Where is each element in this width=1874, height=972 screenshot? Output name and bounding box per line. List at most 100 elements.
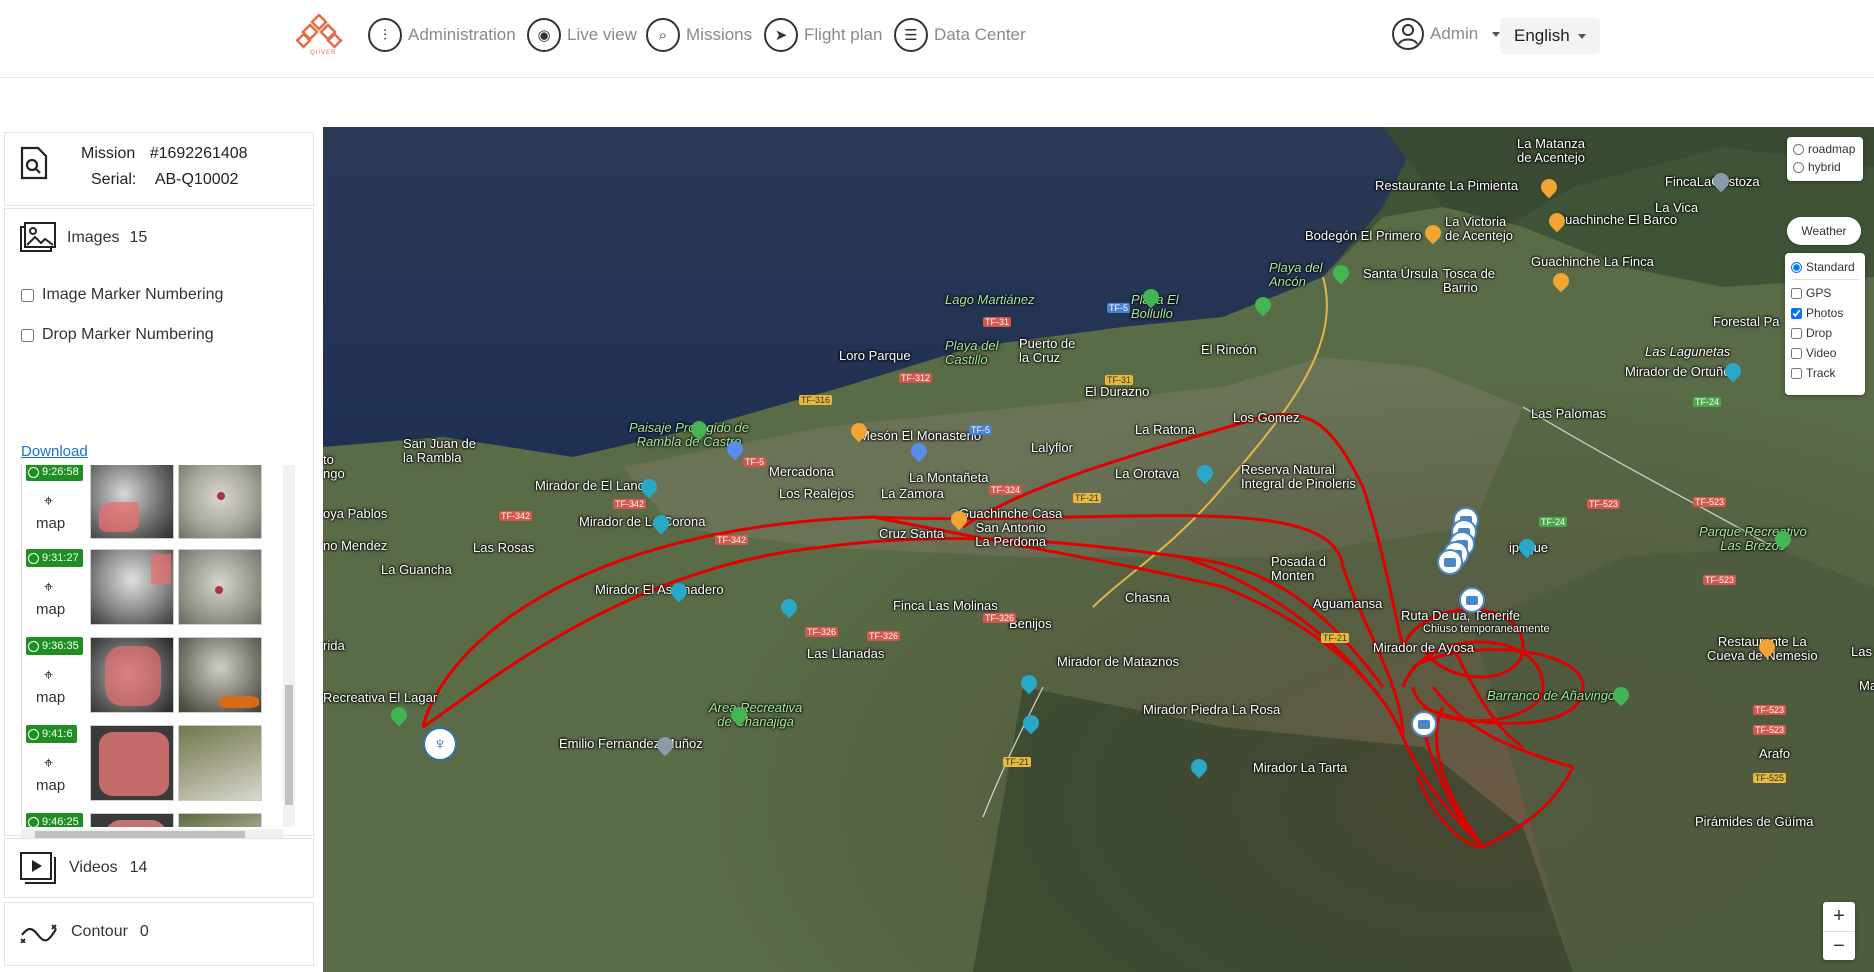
document-search-icon xyxy=(20,146,48,180)
language-select[interactable]: English xyxy=(1500,18,1600,54)
place-label: Guachinche El Barco xyxy=(1555,212,1678,227)
layer-video[interactable]: Video xyxy=(1791,343,1859,363)
contour-card[interactable]: Contour 0 xyxy=(4,902,314,966)
map-link[interactable]: map xyxy=(36,689,65,706)
road-shield: TF-326 xyxy=(805,627,839,637)
map-link[interactable]: map xyxy=(36,515,65,532)
rgb-image-thumbnail[interactable] xyxy=(178,725,262,801)
layer-gps[interactable]: GPS xyxy=(1791,283,1859,303)
nav-missions[interactable]: ⌕ Missions xyxy=(646,18,752,52)
place-label: Santa Úrsula xyxy=(1363,266,1439,281)
locate-on-map-icon[interactable]: ⌖ xyxy=(44,667,53,685)
chevron-down-icon xyxy=(1577,33,1586,39)
place-label: Guachinche Casa San Antonio La Perdoma xyxy=(959,506,1063,549)
road-shield: TF-31 xyxy=(1105,375,1134,385)
photo-marker-camera-icon[interactable] xyxy=(1437,549,1463,575)
place-label: Loro Parque xyxy=(839,348,911,363)
layer-drop[interactable]: Drop xyxy=(1791,323,1859,343)
place-label: Los Realejos xyxy=(779,486,855,501)
nav-flight-plan[interactable]: ➤ Flight plan xyxy=(764,18,882,52)
roadmap-radio[interactable] xyxy=(1793,143,1804,155)
track-checkbox[interactable] xyxy=(1791,367,1802,379)
images-icon xyxy=(20,222,56,252)
nav-data-center[interactable]: ☰ Data Center xyxy=(894,18,1026,52)
video-checkbox[interactable] xyxy=(1791,347,1802,359)
vertical-scrollbar[interactable] xyxy=(283,465,295,827)
video-play-icon xyxy=(20,852,56,884)
scrollbar-thumb[interactable] xyxy=(285,685,293,805)
road-shield: TF-21 xyxy=(1003,757,1032,767)
layer-photos[interactable]: Photos xyxy=(1791,303,1859,323)
thermal-image-thumbnail[interactable] xyxy=(90,813,174,827)
hybrid-radio[interactable] xyxy=(1793,161,1804,173)
download-link[interactable]: Download xyxy=(21,443,88,460)
locate-on-map-icon[interactable]: ⌖ xyxy=(44,493,53,511)
image-row: 9:41:6 ⌖ map xyxy=(22,725,284,805)
drop-marker-numbering-option[interactable]: Drop Marker Numbering xyxy=(21,326,214,344)
drone-home-marker-icon[interactable]: ♆ xyxy=(423,727,457,761)
gps-checkbox[interactable] xyxy=(1791,287,1802,299)
rgb-image-thumbnail[interactable] xyxy=(178,549,262,625)
photos-checkbox[interactable] xyxy=(1791,307,1802,319)
thermal-image-thumbnail[interactable] xyxy=(90,465,174,539)
image-time: 9:46:25 xyxy=(42,816,79,827)
nav-administration[interactable]: ⫶ Administration xyxy=(368,18,516,52)
top-navbar: QIIVER ⫶ Administration ◉ Live view ⌕ Mi… xyxy=(0,0,1874,78)
place-label: Playa del Castillo xyxy=(945,338,999,367)
zoom-control: + − xyxy=(1823,902,1855,960)
thermal-image-thumbnail[interactable] xyxy=(90,549,174,625)
zoom-out-button[interactable]: − xyxy=(1823,931,1855,960)
images-section-header[interactable]: Images 15 xyxy=(19,221,147,255)
nav-live-view[interactable]: ◉ Live view xyxy=(527,18,637,52)
place-label: Barranco de Añavingo xyxy=(1487,688,1616,703)
map-type-roadmap[interactable]: roadmap xyxy=(1793,140,1857,158)
place-label: Mirador de Mataznos xyxy=(1057,654,1180,669)
layer-standard[interactable]: Standard xyxy=(1791,257,1859,277)
locate-on-map-icon[interactable]: ⌖ xyxy=(44,579,53,597)
drop-marker-numbering-checkbox[interactable] xyxy=(21,328,34,342)
standard-radio[interactable] xyxy=(1791,261,1802,273)
logo[interactable]: QIIVER xyxy=(295,13,346,58)
image-time: 9:26:58 xyxy=(42,466,79,478)
language-label: English xyxy=(1514,26,1570,45)
image-marker-numbering-option[interactable]: Image Marker Numbering xyxy=(21,286,223,304)
zoom-in-button[interactable]: + xyxy=(1823,902,1855,931)
locate-on-map-icon[interactable]: ⌖ xyxy=(44,755,53,773)
contour-section-header[interactable]: Contour 0 xyxy=(19,921,149,943)
place-label: La Guancha xyxy=(381,562,452,577)
nav-administration-label: Administration xyxy=(408,25,516,44)
clock-icon xyxy=(28,552,39,564)
rgb-image-thumbnail[interactable] xyxy=(178,813,262,827)
videos-section-header[interactable]: Videos 14 xyxy=(19,851,147,885)
layer-track[interactable]: Track xyxy=(1791,363,1859,383)
road-shield: TF-24 xyxy=(1539,517,1568,527)
road-shield: TF-523 xyxy=(1587,499,1621,509)
image-thumbnail-list[interactable]: 9:26:58 ⌖ map 9:31:27 ⌖ map 9:36:35 ⌖ ma… xyxy=(21,465,299,827)
hybrid-label: hybrid xyxy=(1808,160,1841,174)
photo-marker-camera-icon[interactable] xyxy=(1411,711,1437,737)
rgb-image-thumbnail[interactable] xyxy=(178,465,262,539)
photo-marker-camera-icon[interactable] xyxy=(1459,587,1485,613)
weather-button[interactable]: Weather xyxy=(1787,217,1861,245)
road-shield: TF-342 xyxy=(613,499,647,509)
satellite-map[interactable]: La Matanzade Acentejo FincaLaGustoza Res… xyxy=(323,127,1874,972)
map-type-hybrid[interactable]: hybrid xyxy=(1793,158,1857,176)
user-menu[interactable]: Admin xyxy=(1392,18,1501,50)
clock-icon xyxy=(28,816,39,827)
place-label: El Durazno xyxy=(1085,384,1150,399)
map-link[interactable]: map xyxy=(36,777,65,794)
thermal-image-thumbnail[interactable] xyxy=(90,725,174,801)
thermal-image-thumbnail[interactable] xyxy=(90,637,174,713)
road-shield: TF-31 xyxy=(983,317,1012,327)
place-label: El Rincón xyxy=(1201,342,1257,357)
drop-checkbox[interactable] xyxy=(1791,327,1802,339)
videos-card[interactable]: Videos 14 xyxy=(4,838,314,898)
logo-text: QIIVER xyxy=(310,50,337,56)
map-link[interactable]: map xyxy=(36,601,65,618)
broadcast-icon: ◉ xyxy=(527,18,561,52)
sliders-icon: ⫶ xyxy=(368,18,402,52)
chevron-down-icon xyxy=(1492,31,1501,37)
rgb-image-thumbnail[interactable] xyxy=(178,637,262,713)
image-marker-numbering-checkbox[interactable] xyxy=(21,288,34,302)
place-label: Las Llanadas xyxy=(807,646,885,661)
